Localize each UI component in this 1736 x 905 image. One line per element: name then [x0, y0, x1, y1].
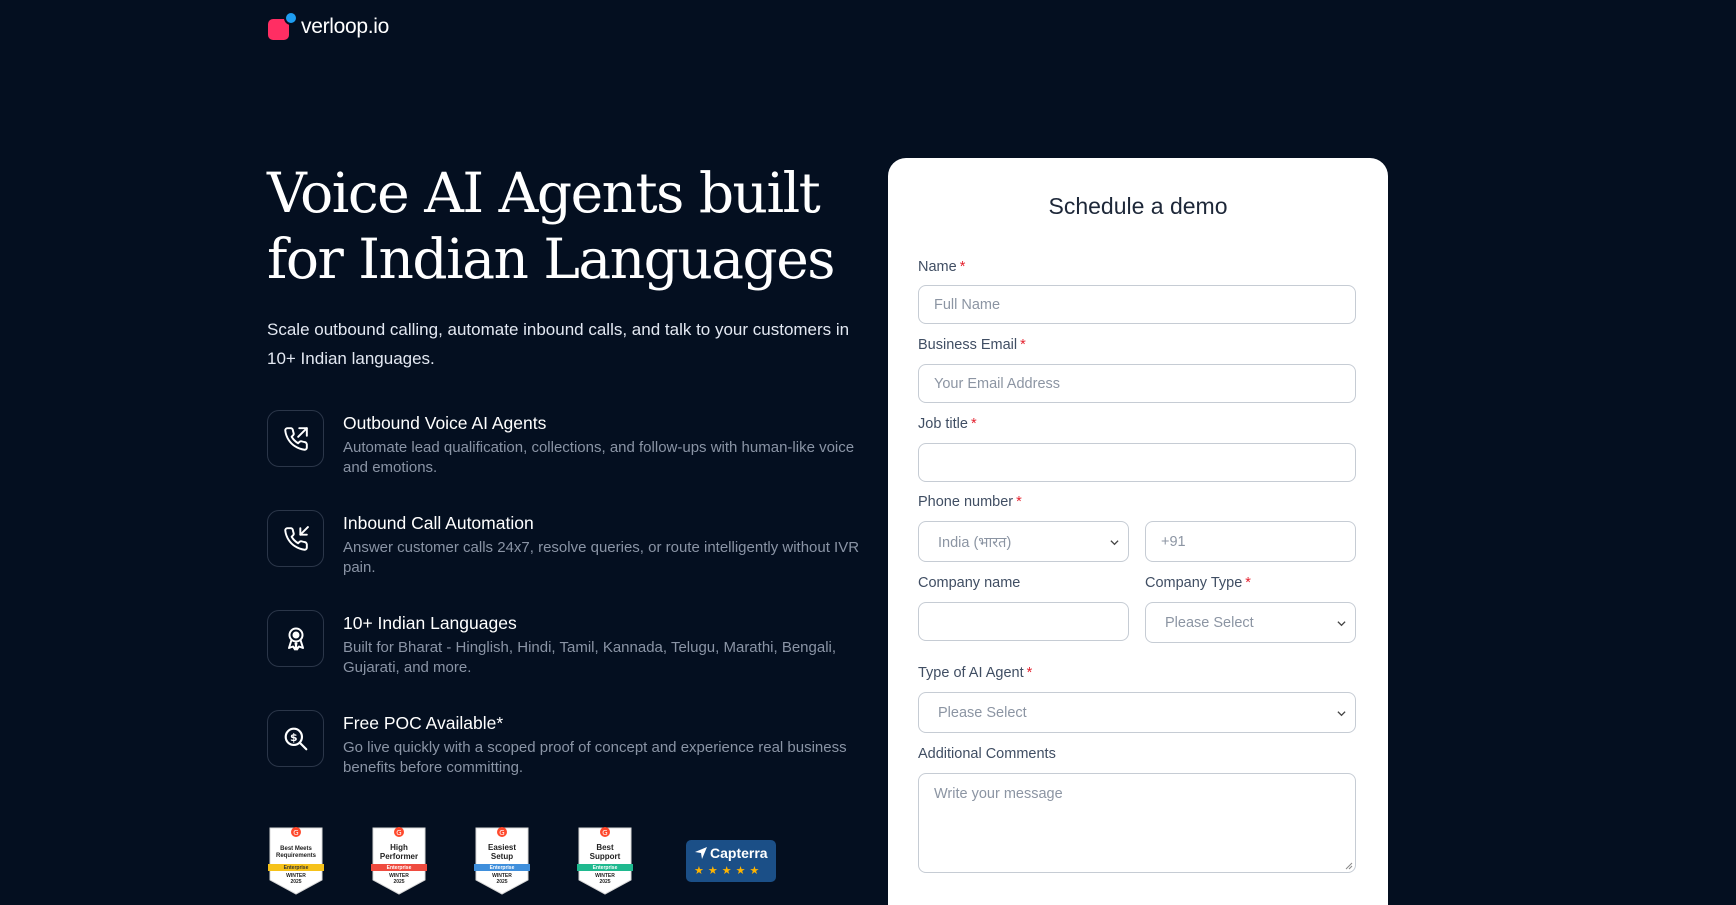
feature-title: Inbound Call Automation — [343, 513, 534, 533]
feature-languages: 10+ Indian Languages Built for Bharat - … — [267, 610, 877, 710]
capterra-name: Capterra — [710, 845, 768, 861]
capterra-stars: ★★★★★ — [694, 865, 764, 877]
company-type-label: Company Type * — [1145, 575, 1251, 591]
phone-field[interactable]: +91 — [1145, 521, 1356, 562]
g2-badge-easiest-setup: G Easiest Setup Enterprise WINTER 2025 — [474, 826, 530, 896]
badge-year: 2025 — [496, 879, 508, 885]
badge-year: 2025 — [290, 879, 302, 885]
phone-outgoing-icon — [267, 410, 324, 467]
badge-ribbon-text: Enterprise — [283, 864, 309, 871]
g2-badge-best-meets-requirements: G Best Meets Requirements Enterprise WIN… — [268, 826, 324, 896]
badge-line2: Support — [589, 852, 621, 861]
hero-title-line2: for Indian Languages — [267, 227, 836, 291]
required-mark: * — [1016, 494, 1022, 510]
company-type-select[interactable]: Please Select — [1145, 602, 1356, 643]
name-label: Name * — [918, 259, 966, 275]
country-select[interactable]: India (भारत) — [918, 521, 1129, 562]
badge-year: 2025 — [599, 879, 611, 885]
hero-title-line1: Voice AI Agents built — [267, 161, 821, 225]
comments-placeholder: Write your message — [934, 786, 1063, 802]
agent-type-value: Please Select — [938, 704, 1027, 721]
country-value: India (भारत) — [938, 534, 1012, 551]
feature-desc: Built for Bharat - Hinglish, Hindi, Tami… — [343, 639, 837, 676]
job-title-field[interactable] — [918, 443, 1356, 482]
hero-subtitle: Scale outbound calling, automate inbound… — [267, 320, 850, 368]
email-field[interactable]: Your Email Address — [918, 364, 1356, 403]
required-mark: * — [959, 259, 966, 275]
badge-line2: Performer — [379, 852, 419, 861]
job-title-label: Job title * — [918, 416, 977, 432]
email-label: Business Email * — [918, 337, 1026, 353]
hero-title: Voice AI Agents built for Indian Languag… — [267, 160, 867, 292]
g2-badge-high-performer: G High Performer Enterprise WINTER 2025 — [371, 826, 427, 896]
phone-placeholder: +91 — [1161, 533, 1186, 550]
required-mark: * — [1026, 665, 1033, 681]
badge-line1: Best — [596, 843, 614, 852]
chevron-down-icon — [1337, 710, 1346, 716]
svg-text:G: G — [499, 829, 504, 837]
feature-inbound: Inbound Call Automation Answer customer … — [267, 510, 877, 610]
badge-line1: Best Meets — [280, 846, 312, 852]
badge-year: 2025 — [393, 879, 405, 885]
name-field[interactable]: Full Name — [918, 285, 1356, 324]
logo-text: verloop.io — [301, 15, 390, 38]
form-title: Schedule a demo — [1048, 193, 1228, 219]
svg-text:G: G — [396, 829, 401, 837]
company-name-label: Company name — [918, 575, 1021, 591]
verloop-logo[interactable]: verloop.io — [268, 11, 390, 40]
required-mark: * — [1020, 337, 1026, 353]
agent-type-label: Type of AI Agent * — [918, 665, 1033, 681]
phone-label: Phone number * — [918, 494, 1022, 510]
email-placeholder: Your Email Address — [934, 375, 1061, 392]
required-mark: * — [1245, 575, 1251, 591]
comments-textarea[interactable]: Write your message — [918, 773, 1356, 873]
agent-type-select[interactable]: Please Select — [918, 692, 1356, 733]
badge-line2: Requirements — [275, 853, 316, 859]
feature-list: Outbound Voice AI Agents Automate lead q… — [267, 410, 877, 810]
award-ribbon-icon — [267, 610, 324, 667]
required-mark: * — [970, 416, 977, 432]
feature-title: Outbound Voice AI Agents — [343, 413, 547, 433]
capterra-arrow-icon — [695, 847, 707, 859]
feature-outbound: Outbound Voice AI Agents Automate lead q… — [267, 410, 877, 510]
chevron-down-icon — [1110, 539, 1119, 545]
resize-handle-icon[interactable] — [1345, 862, 1353, 870]
feature-poc: $ Free POC Available* Go live quickly wi… — [267, 710, 877, 810]
logo-mark-icon — [268, 11, 298, 40]
badge-line2: Setup — [490, 852, 514, 861]
svg-text:$: $ — [290, 730, 298, 743]
feature-desc: Answer customer calls 24x7, resolve quer… — [343, 539, 860, 576]
badge-ribbon-text: Enterprise — [592, 864, 618, 871]
feature-desc: Automate lead qualification, collections… — [343, 439, 855, 476]
svg-text:G: G — [293, 829, 298, 837]
feature-title: Free POC Available* — [343, 713, 504, 733]
badge-line1: High — [390, 843, 408, 852]
badge-line1: Easiest — [487, 843, 517, 852]
comments-label: Additional Comments — [918, 746, 1056, 762]
feature-desc: Go live quickly with a scoped proof of c… — [343, 739, 847, 776]
company-name-field[interactable] — [918, 602, 1129, 641]
name-placeholder: Full Name — [934, 296, 1001, 313]
badge-ribbon-text: Enterprise — [489, 864, 515, 871]
phone-incoming-icon — [267, 510, 324, 567]
search-dollar-icon: $ — [267, 710, 324, 767]
company-type-value: Please Select — [1165, 614, 1254, 631]
award-badges: G Best Meets Requirements Enterprise WIN… — [268, 826, 776, 896]
svg-text:G: G — [602, 829, 607, 837]
chevron-down-icon — [1337, 620, 1346, 626]
badge-ribbon-text: Enterprise — [386, 864, 412, 871]
g2-badge-best-support: G Best Support Enterprise WINTER 2025 — [577, 826, 633, 896]
capterra-badge: Capterra ★★★★★ — [686, 840, 776, 882]
feature-title: 10+ Indian Languages — [343, 613, 517, 633]
demo-form-card: Schedule a demo Name * Full Name Business… — [888, 158, 1388, 905]
